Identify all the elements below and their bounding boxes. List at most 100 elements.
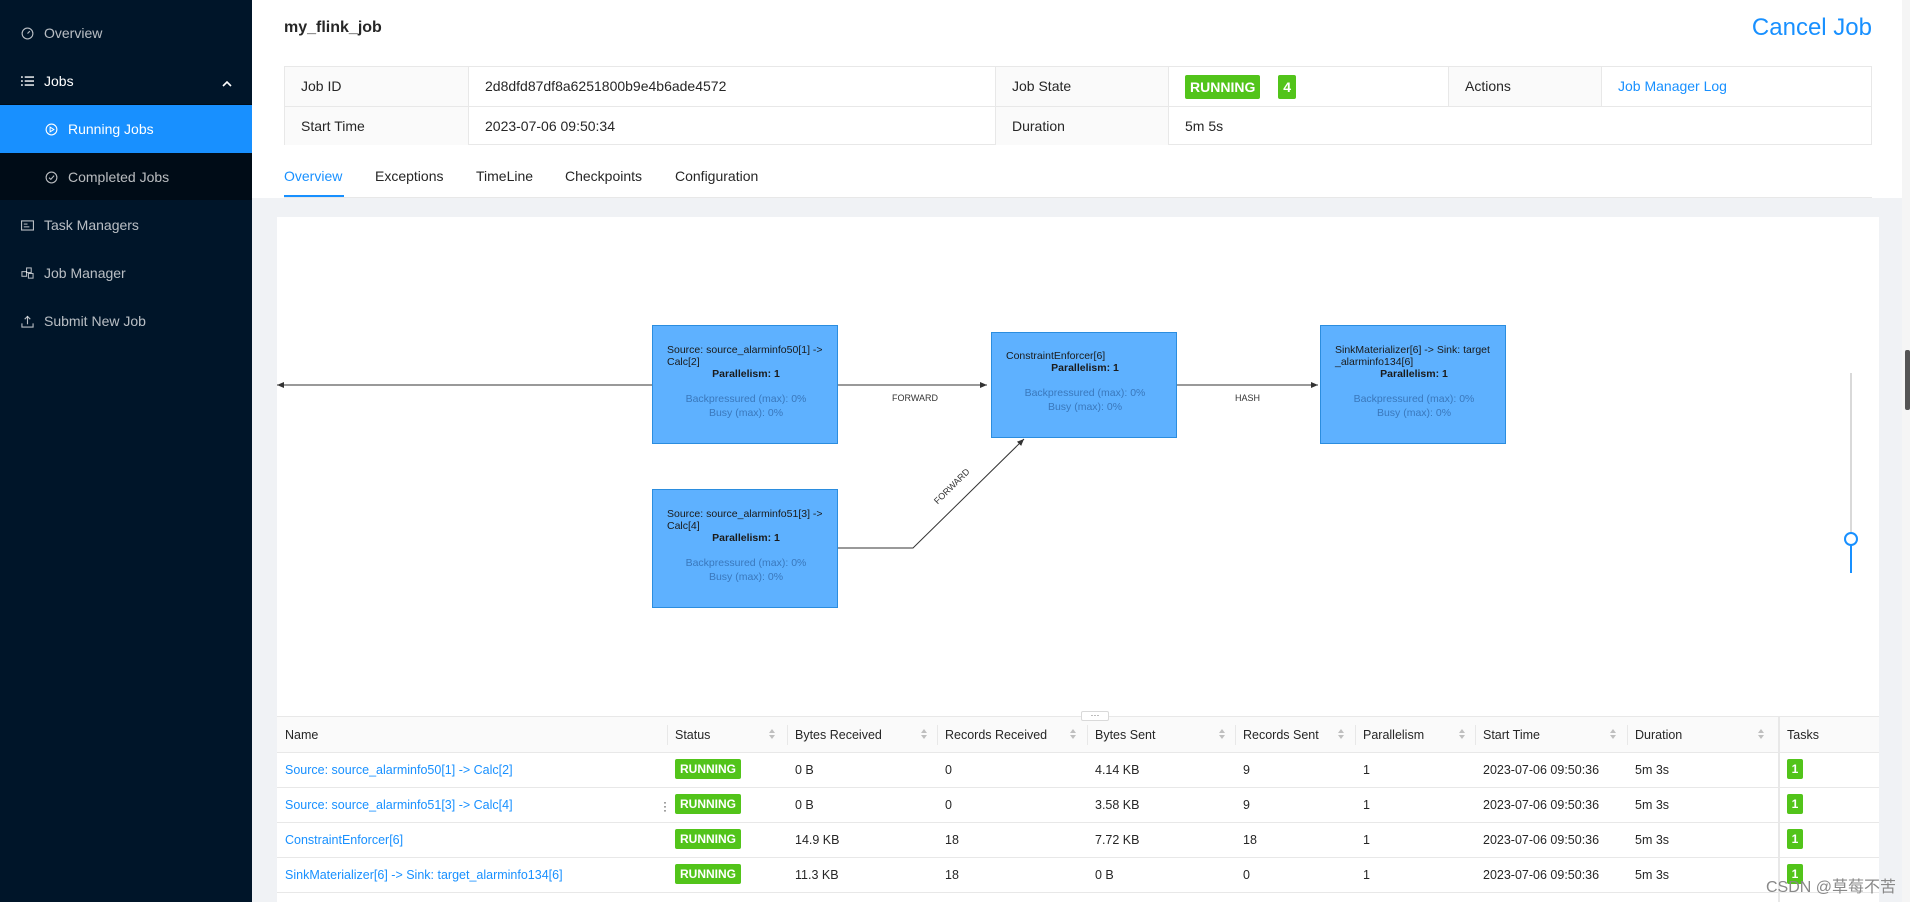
- column-header-duration[interactable]: Duration: [1635, 728, 1682, 742]
- sidebar-item-job-manager[interactable]: Job Manager: [0, 249, 252, 297]
- start-time: 2023-07-06 09:50:36: [1483, 868, 1600, 882]
- start-time: 2023-07-06 09:50:36: [1483, 763, 1600, 777]
- status-badge: RUNNING: [1185, 75, 1261, 100]
- schedule-icon: [20, 218, 34, 232]
- tab-overview[interactable]: Overview: [284, 168, 342, 184]
- column-header-bytes-received[interactable]: Bytes Received: [795, 728, 882, 742]
- edge-label: FORWARD: [892, 393, 938, 403]
- node-parallelism: Parallelism: 1: [1380, 368, 1448, 380]
- tab-configuration[interactable]: Configuration: [675, 168, 758, 184]
- vertex-name-link[interactable]: SinkMaterializer[6] -> Sink: target_alar…: [285, 868, 563, 882]
- tab-exceptions[interactable]: Exceptions: [375, 168, 443, 184]
- tab-checkpoints[interactable]: Checkpoints: [565, 168, 642, 184]
- node-parallelism: Parallelism: 1: [1051, 362, 1119, 374]
- table-row[interactable]: Source: source_alarminfo51[3] -> Calc[4]…: [277, 788, 1879, 823]
- graph-edges: [277, 382, 1318, 549]
- column-header-records-sent[interactable]: Records Sent: [1243, 728, 1319, 742]
- node-title: ConstraintEnforcer[6]: [1006, 350, 1106, 362]
- upload-icon: [20, 314, 34, 328]
- status-badge: RUNNING: [675, 759, 741, 779]
- vertex-name-link[interactable]: Source: source_alarminfo51[3] -> Calc[4]: [285, 798, 513, 812]
- column-header-records-received[interactable]: Records Received: [945, 728, 1047, 742]
- sort-icon[interactable]: [1757, 727, 1765, 741]
- panel-resize-handle[interactable]: ···: [1081, 711, 1109, 721]
- bytes-sent: 3.58 KB: [1095, 798, 1140, 812]
- sidebar-item-overview[interactable]: Overview: [0, 9, 252, 57]
- watermark: CSDN @草莓不苦: [1765, 879, 1896, 896]
- start-time-value: 2023-07-06 09:50:34: [469, 106, 996, 145]
- list-icon: [20, 74, 34, 88]
- sort-icon[interactable]: [768, 727, 776, 741]
- bytes-received: 0 B: [795, 763, 814, 777]
- column-divider: [1475, 725, 1476, 745]
- node-busy: Busy (max): 0%: [1047, 401, 1123, 413]
- column-header-status[interactable]: Status: [675, 728, 710, 742]
- node-title: SinkMaterializer[6] -> Sink: target_alar…: [1335, 344, 1490, 368]
- column-header-name[interactable]: Name: [285, 728, 318, 742]
- sort-icon[interactable]: [1458, 727, 1466, 741]
- sidebar-item-completed-jobs[interactable]: Completed Jobs: [0, 153, 252, 201]
- sidebar-item-label: Submit New Job: [44, 313, 146, 329]
- node-backpressure: Backpressured (max): 0%: [1024, 387, 1146, 399]
- sort-icon[interactable]: [920, 727, 928, 741]
- duration-value: 5m 5s: [1169, 106, 1872, 145]
- duration: 5m 3s: [1635, 868, 1670, 882]
- zoom-slider-handle[interactable]: [1844, 532, 1858, 546]
- column-header-start-time[interactable]: Start Time: [1483, 728, 1540, 742]
- sort-icon[interactable]: [1609, 727, 1617, 741]
- table-row[interactable]: ConstraintEnforcer[6] RUNNING 14.9 KB 18…: [277, 823, 1879, 858]
- sidebar: Overview Jobs Running Jobs Completed Job…: [0, 0, 252, 902]
- more-options-icon[interactable]: · · ·: [663, 796, 667, 816]
- start-time-label: Start Time: [285, 106, 469, 145]
- tab-timeline[interactable]: TimeLine: [476, 168, 533, 184]
- graph-node[interactable]: Source: source_alarminfo50[1] -> Calc[2]…: [652, 325, 838, 444]
- status-badge: RUNNING: [675, 794, 741, 814]
- bytes-received: 11.3 KB: [795, 868, 839, 882]
- node-parallelism: Parallelism: 1: [712, 368, 780, 380]
- column-divider: [1235, 725, 1236, 745]
- vertex-name-link[interactable]: ConstraintEnforcer[6]: [285, 833, 403, 847]
- bytes-sent: 7.72 KB: [1095, 833, 1140, 847]
- records-sent: 18: [1243, 833, 1257, 847]
- running-count-badge: 4: [1278, 75, 1297, 100]
- node-backpressure: Backpressured (max): 0%: [1353, 393, 1475, 405]
- job-id-label: Job ID: [285, 67, 469, 106]
- sidebar-item-label: Task Managers: [44, 217, 139, 233]
- parallelism: 1: [1363, 763, 1370, 777]
- cancel-job-button[interactable]: Cancel Job: [1752, 14, 1872, 42]
- table-header: Name Status Bytes Received Records Recei…: [277, 716, 1879, 753]
- start-time: 2023-07-06 09:50:36: [1483, 798, 1600, 812]
- sidebar-item-task-managers[interactable]: Task Managers: [0, 201, 252, 249]
- job-state-value: RUNNING 4: [1169, 67, 1449, 106]
- sort-icon[interactable]: [1337, 727, 1345, 741]
- node-backpressure: Backpressured (max): 0%: [685, 393, 807, 405]
- page-scrollbar-thumb[interactable]: [1905, 350, 1910, 410]
- node-title: Source: source_alarminfo51[3] -> Calc[4]: [667, 508, 823, 532]
- job-graph[interactable]: Source: source_alarminfo50[1] -> Calc[2]…: [277, 217, 1879, 719]
- sidebar-item-jobs[interactable]: Jobs: [0, 57, 252, 105]
- column-divider: [1355, 725, 1356, 745]
- graph-node[interactable]: Source: source_alarminfo51[3] -> Calc[4]…: [652, 489, 838, 608]
- task-count-badge: 1: [1787, 759, 1803, 779]
- page-scrollbar-track: [1902, 0, 1910, 902]
- column-header-parallelism[interactable]: Parallelism: [1363, 728, 1424, 742]
- vertices-table: Name Status Bytes Received Records Recei…: [277, 716, 1879, 902]
- graph-node[interactable]: ConstraintEnforcer[6] Parallelism: 1 Bac…: [991, 332, 1177, 438]
- sort-icon[interactable]: [1069, 727, 1077, 741]
- chevron-up-icon: [222, 75, 232, 91]
- vertex-name-link[interactable]: Source: source_alarminfo50[1] -> Calc[2]: [285, 763, 513, 777]
- sort-icon[interactable]: [1218, 727, 1226, 741]
- build-icon: [20, 266, 34, 280]
- job-manager-log-link[interactable]: Job Manager Log: [1618, 78, 1727, 94]
- column-divider: [1087, 725, 1088, 745]
- table-row[interactable]: SinkMaterializer[6] -> Sink: target_alar…: [277, 858, 1879, 893]
- table-row[interactable]: Source: source_alarminfo50[1] -> Calc[2]…: [277, 753, 1879, 788]
- column-header-bytes-sent[interactable]: Bytes Sent: [1095, 728, 1155, 742]
- graph-node[interactable]: SinkMaterializer[6] -> Sink: target_alar…: [1320, 325, 1506, 444]
- sidebar-item-running-jobs[interactable]: Running Jobs: [0, 105, 252, 153]
- sidebar-item-label: Jobs: [44, 73, 74, 89]
- status-badge: RUNNING: [675, 864, 741, 884]
- sidebar-item-submit-new-job[interactable]: Submit New Job: [0, 297, 252, 345]
- edge-label: HASH: [1235, 393, 1261, 403]
- actions-value: Job Manager Log: [1602, 67, 1872, 106]
